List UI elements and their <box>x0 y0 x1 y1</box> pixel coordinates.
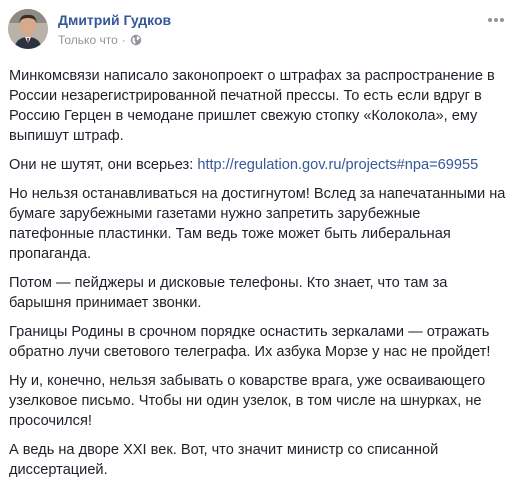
post-paragraph-2: Они не шутят, они всерьез: http://regula… <box>9 155 509 175</box>
post-header: Дмитрий Гудков Только что · <box>8 8 508 56</box>
post-paragraph-5: Границы Родины в срочном порядке оснасти… <box>9 324 491 360</box>
more-options-icon[interactable] <box>484 12 508 28</box>
post-meta: Только что · <box>58 33 142 47</box>
globe-icon[interactable] <box>130 34 142 46</box>
post-paragraph-4: Потом — пейджеры и дисковые телефоны. Кт… <box>9 275 448 311</box>
post-paragraph-3: Но нельзя останавливаться на достигнутом… <box>9 186 506 262</box>
avatar-image <box>8 9 48 49</box>
link-prefix-text: Они не шутят, они всерьез: <box>9 157 198 173</box>
regulation-link[interactable]: http://regulation.gov.ru/projects#npa=69… <box>197 157 478 173</box>
post-paragraph-1: Минкомсвязи написало законопроект о штра… <box>9 68 495 144</box>
post-paragraph-6: Ну и, конечно, нельзя забывать о коварст… <box>9 373 486 429</box>
author-name[interactable]: Дмитрий Гудков <box>58 12 171 28</box>
facebook-post: Дмитрий Гудков Только что · Минкомсвязи … <box>0 0 516 494</box>
post-body: Минкомсвязи написало законопроект о штра… <box>9 66 509 489</box>
author-avatar[interactable] <box>8 9 48 49</box>
meta-separator: · <box>121 33 126 47</box>
post-paragraph-7: А ведь на дворе XXI век. Вот, что значит… <box>9 442 439 478</box>
post-timestamp[interactable]: Только что <box>58 33 118 47</box>
